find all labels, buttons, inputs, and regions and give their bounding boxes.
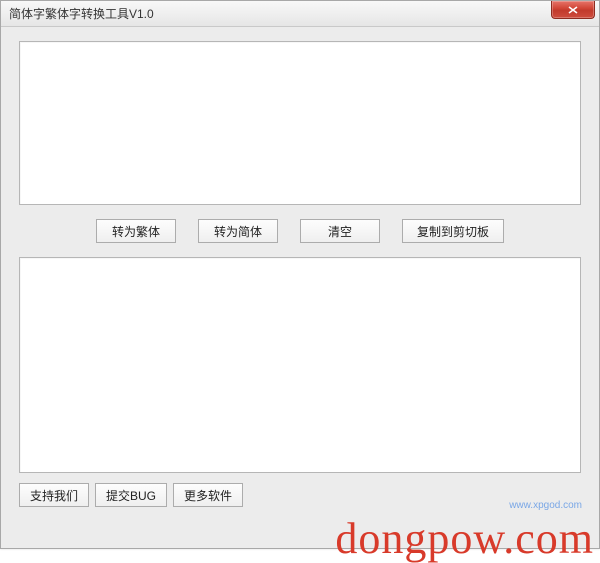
to-traditional-button[interactable]: 转为繁体 bbox=[96, 219, 176, 243]
content-area: 转为繁体 转为简体 清空 复制到剪切板 支持我们 提交BUG 更多软件 bbox=[1, 27, 599, 548]
titlebar: 简体字繁体字转换工具V1.0 bbox=[1, 1, 599, 27]
bottom-button-row: 支持我们 提交BUG 更多软件 bbox=[19, 473, 581, 507]
to-simplified-button[interactable]: 转为简体 bbox=[198, 219, 278, 243]
more-software-button[interactable]: 更多软件 bbox=[173, 483, 243, 507]
support-us-button[interactable]: 支持我们 bbox=[19, 483, 89, 507]
app-window: 简体字繁体字转换工具V1.0 转为繁体 转为简体 清空 复制到剪切板 支持我们 … bbox=[0, 0, 600, 549]
copy-clipboard-button[interactable]: 复制到剪切板 bbox=[402, 219, 504, 243]
action-button-row: 转为繁体 转为简体 清空 复制到剪切板 bbox=[19, 205, 581, 257]
output-textarea[interactable] bbox=[19, 257, 581, 473]
window-title: 简体字繁体字转换工具V1.0 bbox=[9, 5, 154, 22]
close-button[interactable] bbox=[551, 1, 595, 19]
close-icon bbox=[568, 6, 578, 14]
window-controls bbox=[551, 1, 599, 26]
clear-button[interactable]: 清空 bbox=[300, 219, 380, 243]
input-textarea[interactable] bbox=[19, 41, 581, 205]
submit-bug-button[interactable]: 提交BUG bbox=[95, 483, 167, 507]
